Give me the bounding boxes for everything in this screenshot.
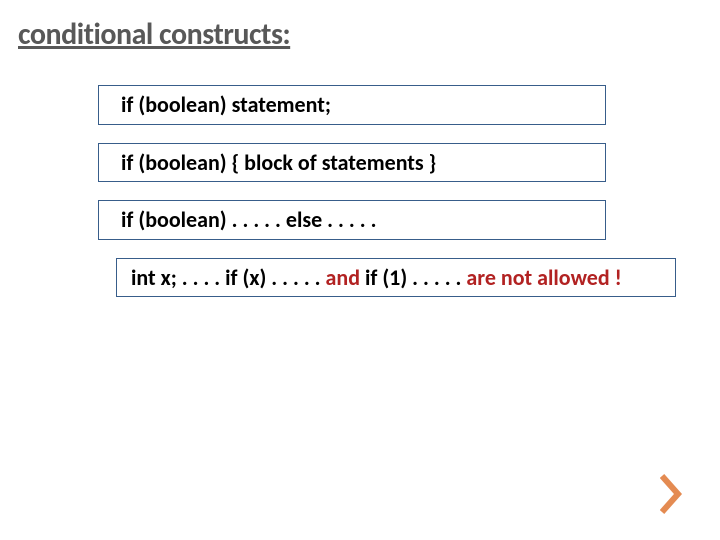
note-segment-intx: int x; . . . . if (x) . . . . . [131, 264, 321, 291]
code-box-if-block: if (boolean) { block of statements } [98, 143, 606, 183]
code-box-not-allowed: int x; . . . . if (x) . . . . . and if (… [116, 258, 676, 298]
code-text: if (boolean) . . . . . else . . . . . [121, 206, 376, 233]
code-text: if (boolean) statement; [121, 91, 331, 118]
note-and: and [321, 264, 365, 291]
next-arrow-icon [660, 474, 688, 514]
note-tail: are not allowed ! [461, 264, 621, 291]
code-box-if-else: if (boolean) . . . . . else . . . . . [98, 200, 606, 240]
code-text: if (boolean) { block of statements } [121, 149, 436, 176]
code-box-if-statement: if (boolean) statement; [98, 85, 606, 125]
content-area: if (boolean) statement; if (boolean) { b… [0, 53, 720, 297]
slide-title: conditional constructs: [0, 0, 720, 53]
note-segment-if1: if (1) . . . . . [365, 264, 461, 291]
